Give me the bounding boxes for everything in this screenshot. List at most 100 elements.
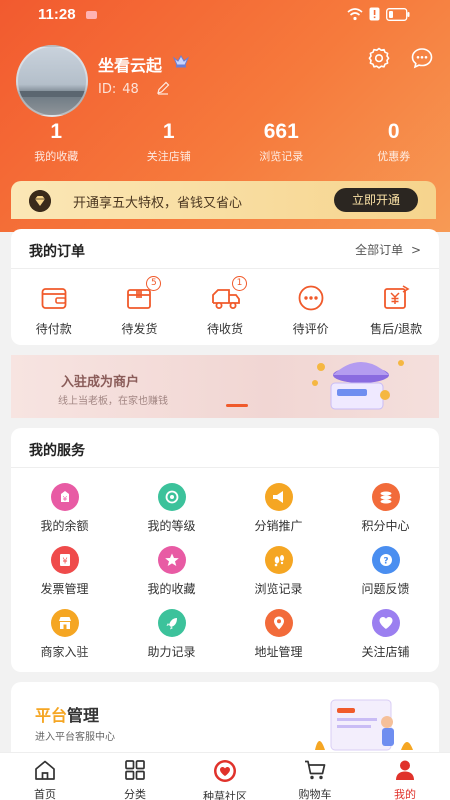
location-icon xyxy=(264,609,293,637)
stat-followed-stores[interactable]: 1 关注店铺 xyxy=(113,118,226,164)
platform-title: 平台管理 xyxy=(35,702,99,726)
home-icon xyxy=(35,760,55,780)
footprint-icon xyxy=(264,546,293,574)
star-icon xyxy=(157,546,186,574)
order-label: 待评价 xyxy=(292,322,329,336)
service-label: 我的收藏 xyxy=(147,582,196,596)
vip-promo-bar: 开通享五大特权，省钱又省心 立即开通 xyxy=(11,181,436,219)
customer-service-illustration-icon xyxy=(315,699,413,751)
tab-community[interactable]: 种草社区 xyxy=(180,753,270,800)
banner-subtitle: 线上当老板，在家也赚钱 xyxy=(58,396,168,407)
platform-management-card[interactable]: 平台管理 进入平台客服中心 xyxy=(11,682,439,762)
service-balance[interactable]: ¥ 我的余额 xyxy=(11,483,118,546)
coins-icon xyxy=(371,483,400,511)
service-invoice[interactable]: ¥ 发票管理 xyxy=(11,546,118,609)
stat-value: 1 xyxy=(162,120,175,143)
platform-title-highlight: 平台 xyxy=(35,706,68,725)
service-address[interactable]: 地址管理 xyxy=(225,609,332,672)
order-pending-payment[interactable]: 待付款 xyxy=(11,283,97,337)
stat-value: 0 xyxy=(387,120,400,143)
profile-header: 11:28 坐看云起 ID: 48 1 我的收藏 1 关注店铺 661 浏览记录 0 优惠… xyxy=(0,0,450,232)
stat-coupons[interactable]: 0 优惠券 xyxy=(338,118,450,164)
tab-mine[interactable]: 我的 xyxy=(360,753,450,800)
vip-promo-text: 开通享五大特权，省钱又省心 xyxy=(73,196,243,211)
service-points[interactable]: 积分中心 xyxy=(332,483,439,546)
order-label: 待收货 xyxy=(206,322,243,336)
service-label: 问题反馈 xyxy=(361,582,410,596)
tab-cart[interactable]: 购物车 xyxy=(270,753,360,800)
tab-category[interactable]: 分类 xyxy=(90,753,180,800)
user-id-value: 48 xyxy=(122,82,139,97)
stat-favorites[interactable]: 1 我的收藏 xyxy=(0,118,113,164)
notification-icon xyxy=(86,11,97,19)
tab-label: 种草社区 xyxy=(203,790,247,800)
message-icon[interactable] xyxy=(410,46,434,70)
vip-activate-button[interactable]: 立即开通 xyxy=(334,188,418,212)
sim-alert-icon xyxy=(369,7,380,21)
wifi-icon xyxy=(347,8,363,21)
wallet-icon xyxy=(41,288,67,309)
order-label: 待付款 xyxy=(35,322,72,336)
service-label: 发票管理 xyxy=(40,582,89,596)
username: 坐看云起 xyxy=(98,56,163,75)
svg-text:¥: ¥ xyxy=(62,557,67,566)
service-label: 商家入驻 xyxy=(40,645,89,659)
order-pending-receipt[interactable]: 1 待收货 xyxy=(182,276,268,337)
service-history[interactable]: 浏览记录 xyxy=(225,546,332,609)
svg-text:¥: ¥ xyxy=(62,495,67,503)
balance-icon: ¥ xyxy=(50,483,79,511)
order-after-sales[interactable]: 售后/退款 xyxy=(353,283,439,337)
service-label: 关注店铺 xyxy=(361,645,410,659)
user-icon xyxy=(396,760,414,780)
stat-label: 关注店铺 xyxy=(146,150,191,163)
service-merchant-join[interactable]: 商家入驻 xyxy=(11,609,118,672)
tab-label: 购物车 xyxy=(298,788,332,800)
service-label: 积分中心 xyxy=(361,519,410,533)
battery-icon xyxy=(386,7,410,21)
services-title: 我的服务 xyxy=(29,443,85,459)
service-level[interactable]: 我的等级 xyxy=(118,483,225,546)
svg-text:?: ? xyxy=(383,557,388,567)
merchant-banner[interactable]: 入驻成为商户 线上当老板，在家也赚钱 xyxy=(11,355,439,418)
all-orders-label: 全部订单 xyxy=(355,243,404,257)
stats-row: 1 我的收藏 1 关注店铺 661 浏览记录 0 优惠券 xyxy=(0,118,450,164)
status-bar: 11:28 xyxy=(0,0,450,30)
platform-title-rest: 管理 xyxy=(67,706,100,725)
service-feedback[interactable]: ? 问题反馈 xyxy=(332,546,439,609)
order-pending-shipment[interactable]: 5 待发货 xyxy=(97,276,183,337)
service-distribution[interactable]: 分销推广 xyxy=(225,483,332,546)
all-orders-link[interactable]: 全部订单 > xyxy=(355,241,421,258)
orders-card: 我的订单 全部订单 > 待付款 5 待发货 1 待收货 待评价 售后/退款 xyxy=(11,229,439,345)
chevron-right-icon: > xyxy=(410,243,421,257)
invoice-icon: ¥ xyxy=(50,546,79,574)
stat-label: 浏览记录 xyxy=(259,150,304,163)
stat-value: 1 xyxy=(50,120,63,143)
order-pending-review[interactable]: 待评价 xyxy=(268,283,354,337)
edit-icon[interactable] xyxy=(156,81,170,95)
divider xyxy=(11,268,439,269)
tab-label: 首页 xyxy=(34,788,56,800)
cart-icon xyxy=(305,760,326,780)
grid-icon xyxy=(125,760,145,780)
service-boost-records[interactable]: 助力记录 xyxy=(118,609,225,672)
badge-count: 1 xyxy=(231,276,247,291)
service-followed-stores[interactable]: 关注店铺 xyxy=(332,609,439,672)
banner-title: 入驻成为商户 xyxy=(61,375,140,390)
level-icon xyxy=(157,483,186,511)
settings-icon[interactable] xyxy=(367,46,391,70)
megaphone-icon xyxy=(264,483,293,511)
refund-icon xyxy=(384,285,410,309)
stat-label: 优惠券 xyxy=(377,150,411,163)
service-label: 我的等级 xyxy=(147,519,196,533)
avatar[interactable] xyxy=(16,45,88,117)
bottom-tab-bar: 首页 分类 种草社区 购物车 我的 xyxy=(0,752,450,800)
stat-label: 我的收藏 xyxy=(34,150,79,163)
service-favorites[interactable]: 我的收藏 xyxy=(118,546,225,609)
divider xyxy=(11,467,439,468)
vip-crown-icon xyxy=(172,55,190,68)
store-icon xyxy=(50,609,79,637)
badge-count: 5 xyxy=(146,276,162,291)
tab-home[interactable]: 首页 xyxy=(0,753,90,800)
stat-history[interactable]: 661 浏览记录 xyxy=(225,118,338,164)
service-label: 地址管理 xyxy=(254,645,303,659)
